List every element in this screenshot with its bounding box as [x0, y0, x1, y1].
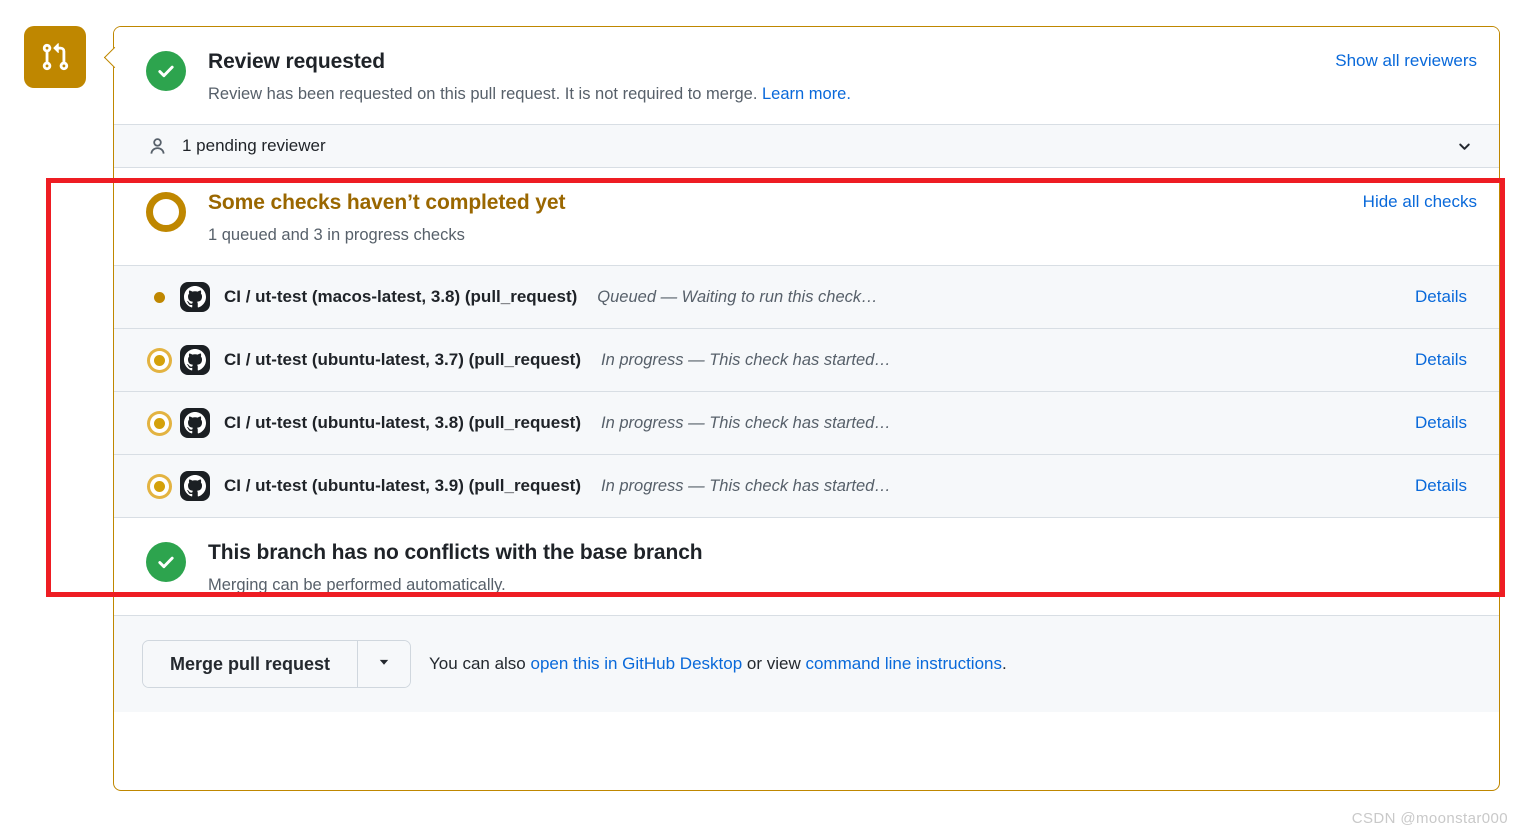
- check-circle-icon: [146, 51, 186, 91]
- merge-options-dropdown-button[interactable]: [357, 641, 411, 687]
- check-circle-icon: [146, 542, 186, 582]
- checks-status-body: Some checks haven’t completed yet 1 queu…: [208, 190, 1363, 247]
- check-status-queued-icon: [146, 284, 172, 310]
- chevron-down-icon[interactable]: [1451, 133, 1477, 159]
- review-status-title: Review requested: [208, 50, 385, 73]
- checks-status-icon: [146, 192, 186, 232]
- checks-status-description: 1 queued and 3 in progress checks: [208, 226, 465, 244]
- check-row[interactable]: CI / ut-test (ubuntu-latest, 3.9) (pull_…: [114, 454, 1499, 517]
- merge-footer-note: You can also open this in GitHub Desktop…: [429, 654, 1007, 674]
- check-status-text: In progress — This check has started…: [601, 476, 891, 495]
- check-name: CI / ut-test (macos-latest, 3.8) (pull_r…: [224, 287, 578, 306]
- check-status-inprogress-icon: [146, 347, 172, 373]
- check-row[interactable]: CI / ut-test (ubuntu-latest, 3.8) (pull_…: [114, 391, 1499, 454]
- merge-button-group: Merge pull request: [142, 640, 412, 688]
- review-requested-section: Review requested Review has been request…: [114, 27, 1499, 124]
- check-name: CI / ut-test (ubuntu-latest, 3.7) (pull_…: [224, 350, 582, 369]
- command-line-instructions-link[interactable]: command line instructions: [805, 654, 1002, 673]
- check-status-text: Queued — Waiting to run this check…: [597, 287, 878, 306]
- check-status-inprogress-icon: [146, 410, 172, 436]
- github-actions-icon: [180, 471, 210, 501]
- learn-more-link[interactable]: Learn more.: [762, 85, 851, 103]
- git-pull-request-icon: [40, 42, 70, 72]
- check-status-inprogress-icon: [146, 473, 172, 499]
- github-actions-icon: [180, 282, 210, 312]
- review-status-body: Review requested Review has been request…: [208, 49, 1335, 106]
- pending-reviewer-label: 1 pending reviewer: [182, 136, 326, 155]
- check-details-link[interactable]: Details: [1415, 476, 1477, 496]
- merge-pull-request-button[interactable]: Merge pull request: [143, 641, 358, 687]
- check-details-link[interactable]: Details: [1415, 413, 1477, 433]
- merge-footer: Merge pull request You can also open thi…: [114, 615, 1499, 712]
- github-actions-icon: [180, 408, 210, 438]
- footer-note-suffix: .: [1001, 654, 1007, 673]
- open-in-github-desktop-link[interactable]: open this in GitHub Desktop: [530, 654, 742, 673]
- check-status-text: In progress — This check has started…: [601, 350, 891, 369]
- check-row[interactable]: CI / ut-test (ubuntu-latest, 3.7) (pull_…: [114, 328, 1499, 391]
- pr-merge-box: Review requested Review has been request…: [113, 26, 1500, 791]
- conflict-status-body: This branch has no conflicts with the ba…: [208, 540, 1499, 597]
- hide-all-checks-link[interactable]: Hide all checks: [1363, 190, 1499, 247]
- check-name: CI / ut-test (ubuntu-latest, 3.9) (pull_…: [224, 476, 582, 495]
- pending-reviewer-row[interactable]: 1 pending reviewer: [114, 124, 1499, 168]
- watermark: CSDN @moonstar000: [1351, 810, 1508, 827]
- review-status-description: Review has been requested on this pull r…: [208, 82, 1335, 106]
- check-details-link[interactable]: Details: [1415, 350, 1477, 370]
- check-name: CI / ut-test (ubuntu-latest, 3.8) (pull_…: [224, 413, 582, 432]
- footer-note-prefix: You can also: [429, 654, 531, 673]
- pending-circle-icon: [146, 192, 186, 232]
- conflict-status-icon: [146, 542, 186, 582]
- footer-note-middle: or view: [742, 654, 806, 673]
- check-details-link[interactable]: Details: [1415, 287, 1477, 307]
- check-status-text: In progress — This check has started…: [601, 413, 891, 432]
- review-status-icon: [146, 51, 186, 91]
- conflict-status-description: Merging can be performed automatically.: [208, 576, 506, 594]
- triangle-down-icon: [377, 655, 391, 674]
- conflict-status-section: This branch has no conflicts with the ba…: [114, 518, 1499, 615]
- conflict-status-title: This branch has no conflicts with the ba…: [208, 541, 703, 564]
- review-description-text: Review has been requested on this pull r…: [208, 85, 762, 103]
- check-row[interactable]: CI / ut-test (macos-latest, 3.8) (pull_r…: [114, 265, 1499, 328]
- person-icon: [146, 135, 168, 157]
- github-actions-icon: [180, 345, 210, 375]
- show-all-reviewers-link[interactable]: Show all reviewers: [1335, 49, 1499, 106]
- checks-status-section: Some checks haven’t completed yet 1 queu…: [114, 168, 1499, 265]
- timeline-badge: [24, 26, 86, 88]
- checks-list: CI / ut-test (macos-latest, 3.8) (pull_r…: [114, 265, 1499, 517]
- checks-status-title: Some checks haven’t completed yet: [208, 191, 566, 214]
- badge-caret: [104, 46, 116, 70]
